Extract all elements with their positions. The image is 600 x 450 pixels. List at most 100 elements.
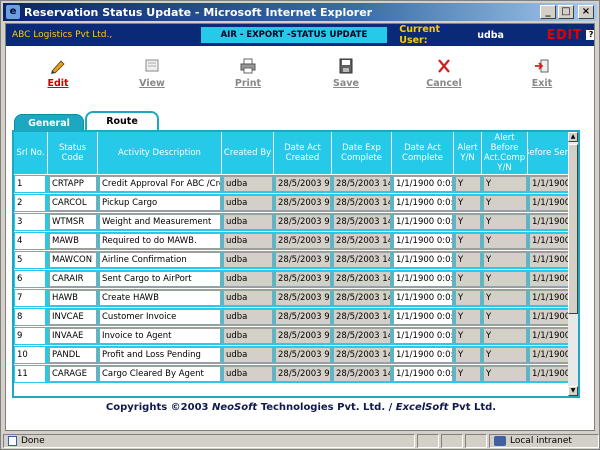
cell-date-exp-complete[interactable]: 28/5/2003 14:: [333, 309, 391, 325]
cell-date-act-created[interactable]: 28/5/2003 9:4: [275, 309, 331, 325]
cell-activity-description[interactable]: Customer Invoice: [99, 309, 221, 325]
cell-date-act-complete[interactable]: 1/1/1900 0:0:0: [393, 195, 453, 211]
vertical-scrollbar[interactable]: ▲ ▼: [568, 132, 578, 396]
minimize-button[interactable]: _: [540, 5, 556, 19]
cell-date-exp-complete[interactable]: 28/5/2003 14:: [333, 252, 391, 268]
cell-alert[interactable]: Y: [455, 366, 481, 382]
cell-date-act-complete[interactable]: 1/1/1900 0:0:0: [393, 347, 453, 363]
scroll-down-icon[interactable]: ▼: [568, 386, 578, 396]
cell-date-act-created[interactable]: 28/5/2003 9:4: [275, 347, 331, 363]
cell-alert[interactable]: Y: [455, 176, 481, 192]
cell-created-by[interactable]: udba: [223, 328, 273, 344]
cell-status-code[interactable]: MAWB: [49, 233, 97, 249]
cell-alert[interactable]: Y: [455, 328, 481, 344]
cancel-button[interactable]: Cancel: [414, 58, 474, 89]
scroll-up-icon[interactable]: ▲: [568, 132, 578, 142]
cell-alert-before[interactable]: Y: [483, 309, 527, 325]
cell-created-by[interactable]: udba: [223, 271, 273, 287]
cell-date-act-created[interactable]: 28/5/2003 9:4: [275, 290, 331, 306]
cell-status-code[interactable]: CARAIR: [49, 271, 97, 287]
cell-created-by[interactable]: udba: [223, 366, 273, 382]
cell-alert[interactable]: Y: [455, 271, 481, 287]
cell-date-act-complete[interactable]: 1/1/1900 0:0:0: [393, 271, 453, 287]
cell-alert[interactable]: Y: [455, 195, 481, 211]
cell-alert-before[interactable]: Y: [483, 271, 527, 287]
cell-created-by[interactable]: udba: [223, 309, 273, 325]
cell-status-code[interactable]: WTMSR: [49, 214, 97, 230]
exit-button[interactable]: Exit: [512, 58, 572, 89]
cell-date-act-created[interactable]: 28/5/2003 9:4: [275, 195, 331, 211]
print-button[interactable]: Print: [218, 58, 278, 89]
tab-route-details[interactable]: Route Details: [85, 111, 159, 145]
view-button[interactable]: View: [122, 58, 182, 89]
close-button[interactable]: ×: [578, 5, 594, 19]
cell-alert[interactable]: Y: [455, 252, 481, 268]
cell-created-by[interactable]: udba: [223, 233, 273, 249]
cell-activity-description[interactable]: Invoice to Agent: [99, 328, 221, 344]
cell-date-act-complete[interactable]: 1/1/1900 0:0:0: [393, 309, 453, 325]
cell-date-act-created[interactable]: 28/5/2003 9:4: [275, 176, 331, 192]
cell-activity-description[interactable]: Profit and Loss Pending: [99, 347, 221, 363]
cell-activity-description[interactable]: Required to do MAWB.: [99, 233, 221, 249]
cell-date-act-complete[interactable]: 1/1/1900 0:0:0: [393, 366, 453, 382]
save-button[interactable]: Save: [316, 58, 376, 89]
cell-created-by[interactable]: udba: [223, 176, 273, 192]
cell-date-exp-complete[interactable]: 28/5/2003 14:: [333, 195, 391, 211]
cell-status-code[interactable]: CARCOL: [49, 195, 97, 211]
cell-date-exp-complete[interactable]: 28/5/2003 14:: [333, 366, 391, 382]
cell-status-code[interactable]: INVAAE: [49, 328, 97, 344]
cell-created-by[interactable]: udba: [223, 195, 273, 211]
cell-alert-sent-date[interactable]: 1/1/1900 0: [529, 214, 569, 230]
cell-date-act-complete[interactable]: 1/1/1900 0:0:0: [393, 290, 453, 306]
cell-alert-sent-date[interactable]: 1/1/1900 0: [529, 328, 569, 344]
cell-alert[interactable]: Y: [455, 214, 481, 230]
cell-date-exp-complete[interactable]: 28/5/2003 14:: [333, 271, 391, 287]
cell-date-act-complete[interactable]: 1/1/1900 0:0:0: [393, 252, 453, 268]
cell-alert-sent-date[interactable]: 1/1/1900 0: [529, 233, 569, 249]
edit-button[interactable]: Edit: [28, 58, 88, 89]
cell-alert-before[interactable]: Y: [483, 252, 527, 268]
cell-alert-sent-date[interactable]: 1/1/1900 0: [529, 195, 569, 211]
cell-alert-sent-date[interactable]: 1/1/1900 0: [529, 271, 569, 287]
cell-alert-sent-date[interactable]: 1/1/1900 0: [529, 176, 569, 192]
cell-activity-description[interactable]: Sent Cargo to AirPort: [99, 271, 221, 287]
cell-alert[interactable]: Y: [455, 309, 481, 325]
cell-alert[interactable]: Y: [455, 347, 481, 363]
cell-created-by[interactable]: udba: [223, 347, 273, 363]
cell-date-exp-complete[interactable]: 28/5/2003 14:: [333, 290, 391, 306]
cell-activity-description[interactable]: Weight and Measurement: [99, 214, 221, 230]
maximize-button[interactable]: □: [558, 5, 574, 19]
cell-status-code[interactable]: CARAGE: [49, 366, 97, 382]
cell-alert-sent-date[interactable]: 1/1/1900 0: [529, 290, 569, 306]
cell-date-act-created[interactable]: 28/5/2003 9:4: [275, 252, 331, 268]
cell-status-code[interactable]: MAWCON: [49, 252, 97, 268]
cell-date-exp-complete[interactable]: 28/5/2003 14:: [333, 328, 391, 344]
cell-alert-sent-date[interactable]: 1/1/1900 0: [529, 366, 569, 382]
cell-alert-before[interactable]: Y: [483, 176, 527, 192]
cell-date-act-created[interactable]: 28/5/2003 9:4: [275, 233, 331, 249]
cell-activity-description[interactable]: Credit Approval For ABC /Credit A: [99, 176, 221, 192]
cell-date-act-complete[interactable]: 1/1/1900 0:0:0: [393, 328, 453, 344]
cell-date-exp-complete[interactable]: 28/5/2003 14:: [333, 214, 391, 230]
cell-date-act-created[interactable]: 28/5/2003 9:4: [275, 271, 331, 287]
cell-alert-before[interactable]: Y: [483, 233, 527, 249]
cell-status-code[interactable]: CRTAPP: [49, 176, 97, 192]
cell-created-by[interactable]: udba: [223, 214, 273, 230]
cell-date-exp-complete[interactable]: 28/5/2003 14:: [333, 176, 391, 192]
cell-alert-before[interactable]: Y: [483, 347, 527, 363]
cell-alert-sent-date[interactable]: 1/1/1900 0: [529, 347, 569, 363]
cell-date-act-complete[interactable]: 1/1/1900 0:0:0: [393, 214, 453, 230]
cell-alert-before[interactable]: Y: [483, 366, 527, 382]
cell-activity-description[interactable]: Cargo Cleared By Agent: [99, 366, 221, 382]
cell-alert-before[interactable]: Y: [483, 214, 527, 230]
cell-date-act-complete[interactable]: 1/1/1900 0:0:0: [393, 233, 453, 249]
cell-alert-sent-date[interactable]: 1/1/1900 0: [529, 309, 569, 325]
cell-status-code[interactable]: INVCAE: [49, 309, 97, 325]
cell-created-by[interactable]: udba: [223, 290, 273, 306]
cell-date-act-created[interactable]: 28/5/2003 9:4: [275, 214, 331, 230]
cell-alert-before[interactable]: Y: [483, 290, 527, 306]
cell-alert-sent-date[interactable]: 1/1/1900 0: [529, 252, 569, 268]
cell-alert-before[interactable]: Y: [483, 328, 527, 344]
cell-alert[interactable]: Y: [455, 290, 481, 306]
cell-status-code[interactable]: HAWB: [49, 290, 97, 306]
